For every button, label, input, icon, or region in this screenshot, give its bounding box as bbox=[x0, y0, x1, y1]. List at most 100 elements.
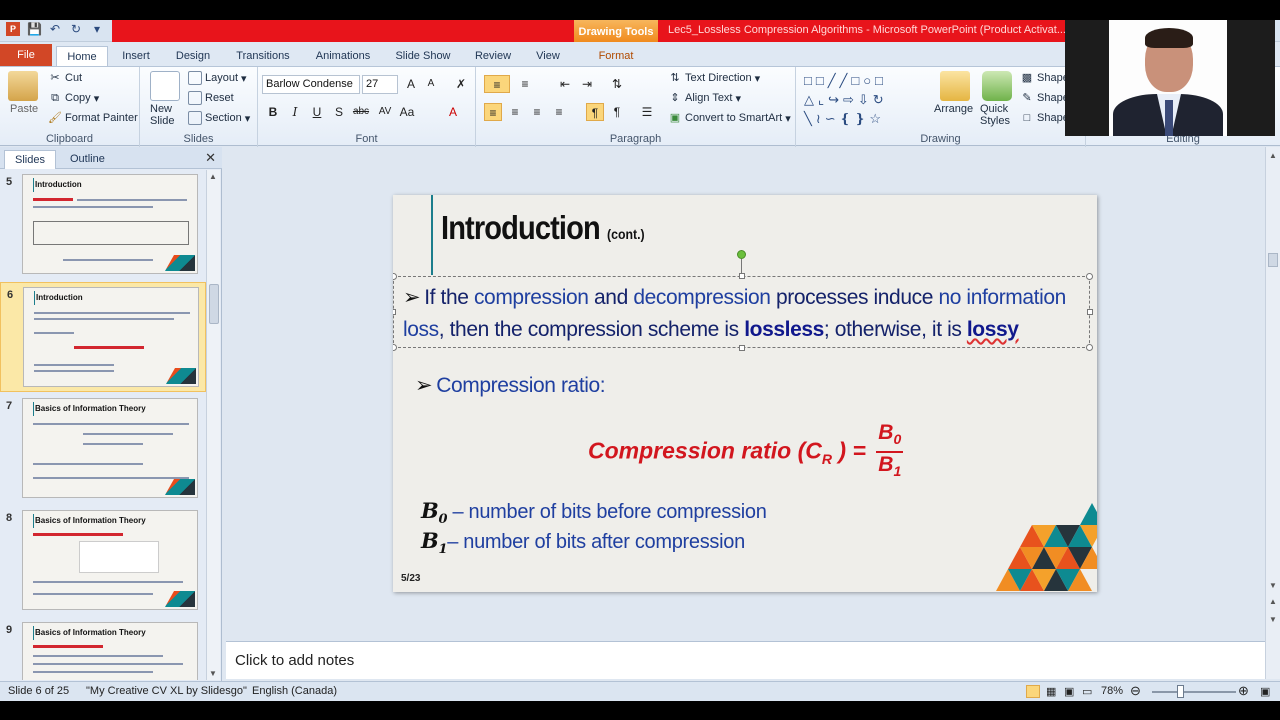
tab-view[interactable]: View bbox=[528, 46, 568, 66]
resize-handle[interactable] bbox=[1086, 273, 1093, 280]
line-spacing-icon[interactable]: ⇅ bbox=[608, 75, 626, 93]
layout-button[interactable]: Layout ▾ bbox=[188, 71, 247, 85]
increase-indent-icon[interactable]: ⇥ bbox=[578, 75, 596, 93]
align-text-button[interactable]: ⇕ Align Text ▾ bbox=[668, 91, 741, 105]
tab-outline[interactable]: Outline bbox=[60, 150, 115, 169]
zoom-level[interactable]: 78% bbox=[1101, 685, 1123, 697]
bullet-paragraph[interactable]: ➢ If the compression and decompression pr… bbox=[403, 282, 1083, 346]
shape-fill-button[interactable]: ▩ Shape bbox=[1020, 71, 1069, 85]
tab-file[interactable]: File bbox=[0, 44, 52, 66]
scroll-down-icon[interactable]: ▼ bbox=[1269, 581, 1277, 590]
slide-show-icon[interactable]: ▭ bbox=[1082, 685, 1092, 698]
format-painter-button[interactable]: 🖌 Format Painter bbox=[48, 111, 138, 125]
fit-to-window-icon[interactable]: ▣ bbox=[1260, 685, 1270, 698]
resize-handle[interactable] bbox=[1086, 344, 1093, 351]
resize-handle[interactable] bbox=[739, 273, 745, 279]
slide-thumb-6[interactable]: 6 Introduction bbox=[0, 282, 206, 392]
scroll-thumb[interactable] bbox=[1268, 253, 1278, 267]
tab-slides[interactable]: Slides bbox=[4, 150, 56, 169]
tab-format[interactable]: Format bbox=[584, 46, 648, 66]
definition-b1[interactable]: B1– number of bits after compression bbox=[421, 528, 745, 557]
arrange-button[interactable]: Arrange bbox=[934, 103, 973, 115]
shape-outline-button[interactable]: ✎ Shape bbox=[1020, 91, 1068, 105]
redo-icon[interactable]: ↻ bbox=[69, 22, 83, 36]
notes-placeholder[interactable]: Click to add notes bbox=[235, 652, 354, 669]
sub-bullet[interactable]: ➢ Compression ratio: bbox=[415, 373, 606, 398]
columns-icon[interactable]: ☰ bbox=[638, 103, 656, 121]
definition-b0[interactable]: B0 – number of bits before compression bbox=[421, 498, 767, 527]
italic-icon[interactable]: I bbox=[286, 103, 304, 121]
reading-view-icon[interactable]: ▣ bbox=[1064, 685, 1074, 698]
save-icon[interactable]: 💾 bbox=[27, 22, 42, 36]
convert-smartart-button[interactable]: ▣ Convert to SmartArt ▾ bbox=[668, 111, 791, 125]
quick-styles-icon[interactable] bbox=[982, 71, 1012, 101]
tab-transitions[interactable]: Transitions bbox=[228, 46, 298, 66]
text-direction-button[interactable]: ⇅ Text Direction ▾ bbox=[668, 71, 760, 85]
slide-sorter-icon[interactable]: ▦ bbox=[1046, 685, 1056, 698]
slide-thumb-8[interactable]: 8 Basics of Information Theory bbox=[0, 506, 206, 616]
rotation-handle[interactable] bbox=[737, 250, 746, 259]
decrease-indent-icon[interactable]: ⇤ bbox=[556, 75, 574, 93]
shadow-icon[interactable]: S bbox=[330, 103, 348, 121]
copy-button[interactable]: ⧉ Copy ▾ bbox=[48, 91, 99, 105]
rtl-icon[interactable]: ¶ bbox=[608, 103, 626, 121]
zoom-slider-knob[interactable] bbox=[1177, 685, 1184, 698]
shape-effects-button[interactable]: □ Shape bbox=[1020, 111, 1069, 125]
clear-formatting-icon[interactable]: ✗ bbox=[452, 75, 470, 93]
theme-name[interactable]: "My Creative CV XL by Slidesgo" bbox=[86, 685, 247, 697]
notes-scrollbar[interactable] bbox=[1265, 641, 1280, 679]
paste-icon[interactable] bbox=[8, 71, 38, 101]
tab-design[interactable]: Design bbox=[168, 46, 218, 66]
ltr-icon[interactable]: ¶ bbox=[586, 103, 604, 121]
resize-handle[interactable] bbox=[393, 309, 396, 315]
justify-icon[interactable]: ≡ bbox=[550, 103, 568, 121]
tab-insert[interactable]: Insert bbox=[116, 46, 156, 66]
scroll-up-icon[interactable]: ▲ bbox=[1269, 151, 1277, 160]
align-center-icon[interactable]: ≡ bbox=[506, 103, 524, 121]
scroll-up-icon[interactable]: ▲ bbox=[209, 172, 217, 181]
tab-home[interactable]: Home bbox=[56, 46, 108, 66]
shapes-gallery[interactable]: □□╱╱□○□ △⌞↪⇨⇩↻ ╲≀∽❴❵☆ bbox=[804, 71, 922, 129]
font-size-select[interactable]: 27 bbox=[362, 75, 398, 94]
slide-title[interactable]: Introduction (cont.) bbox=[441, 209, 645, 247]
resize-handle[interactable] bbox=[393, 273, 397, 280]
panel-scrollbar[interactable]: ▲ ▼ bbox=[206, 170, 220, 680]
quick-styles-button[interactable]: Quick Styles bbox=[980, 103, 1016, 127]
shrink-font-icon[interactable]: A bbox=[422, 75, 440, 93]
tab-review[interactable]: Review bbox=[468, 46, 518, 66]
strikethrough-icon[interactable]: abc bbox=[352, 103, 370, 121]
character-spacing-icon[interactable]: AV bbox=[376, 103, 394, 121]
slide-scrollbar[interactable]: ▲ ▼ ▲ ▼ bbox=[1265, 147, 1280, 641]
previous-slide-icon[interactable]: ▲ bbox=[1269, 597, 1277, 606]
numbering-icon[interactable]: ≡ bbox=[516, 75, 534, 93]
arrange-icon[interactable] bbox=[940, 71, 970, 101]
scroll-thumb[interactable] bbox=[209, 284, 219, 324]
normal-view-icon[interactable] bbox=[1026, 685, 1040, 698]
change-case-icon[interactable]: Aa bbox=[398, 103, 416, 121]
zoom-in-icon[interactable]: ⊕ bbox=[1238, 683, 1249, 699]
close-icon[interactable]: ✕ bbox=[205, 150, 216, 166]
resize-handle[interactable] bbox=[393, 344, 397, 351]
new-slide-button[interactable]: New Slide bbox=[150, 103, 190, 127]
align-right-icon[interactable]: ≡ bbox=[528, 103, 546, 121]
slide-thumb-7[interactable]: 7 Basics of Information Theory bbox=[0, 394, 206, 504]
language-indicator[interactable]: English (Canada) bbox=[252, 685, 337, 697]
slide-thumb-9[interactable]: 9 Basics of Information Theory bbox=[0, 618, 206, 680]
font-color-icon[interactable]: A bbox=[444, 103, 462, 121]
app-icon[interactable]: P bbox=[6, 22, 20, 36]
bold-icon[interactable]: B bbox=[264, 103, 282, 121]
zoom-slider-track[interactable] bbox=[1152, 691, 1236, 693]
tab-slide-show[interactable]: Slide Show bbox=[388, 46, 458, 66]
customize-qat-icon[interactable]: ▾ bbox=[90, 22, 104, 36]
paste-button[interactable]: Paste bbox=[10, 103, 38, 115]
slide-thumb-5[interactable]: 5 Introduction bbox=[0, 170, 206, 280]
new-slide-icon[interactable] bbox=[150, 71, 180, 101]
tab-animations[interactable]: Animations bbox=[308, 46, 378, 66]
current-slide[interactable]: Introduction (cont.) ➢ If the compression… bbox=[393, 195, 1097, 592]
next-slide-icon[interactable]: ▼ bbox=[1269, 615, 1277, 624]
resize-handle[interactable] bbox=[1087, 309, 1093, 315]
reset-button[interactable]: Reset bbox=[188, 91, 234, 105]
font-family-select[interactable]: Barlow Condense bbox=[262, 75, 360, 94]
scroll-down-icon[interactable]: ▼ bbox=[209, 669, 217, 678]
bullets-icon[interactable]: ≡ bbox=[484, 75, 510, 93]
